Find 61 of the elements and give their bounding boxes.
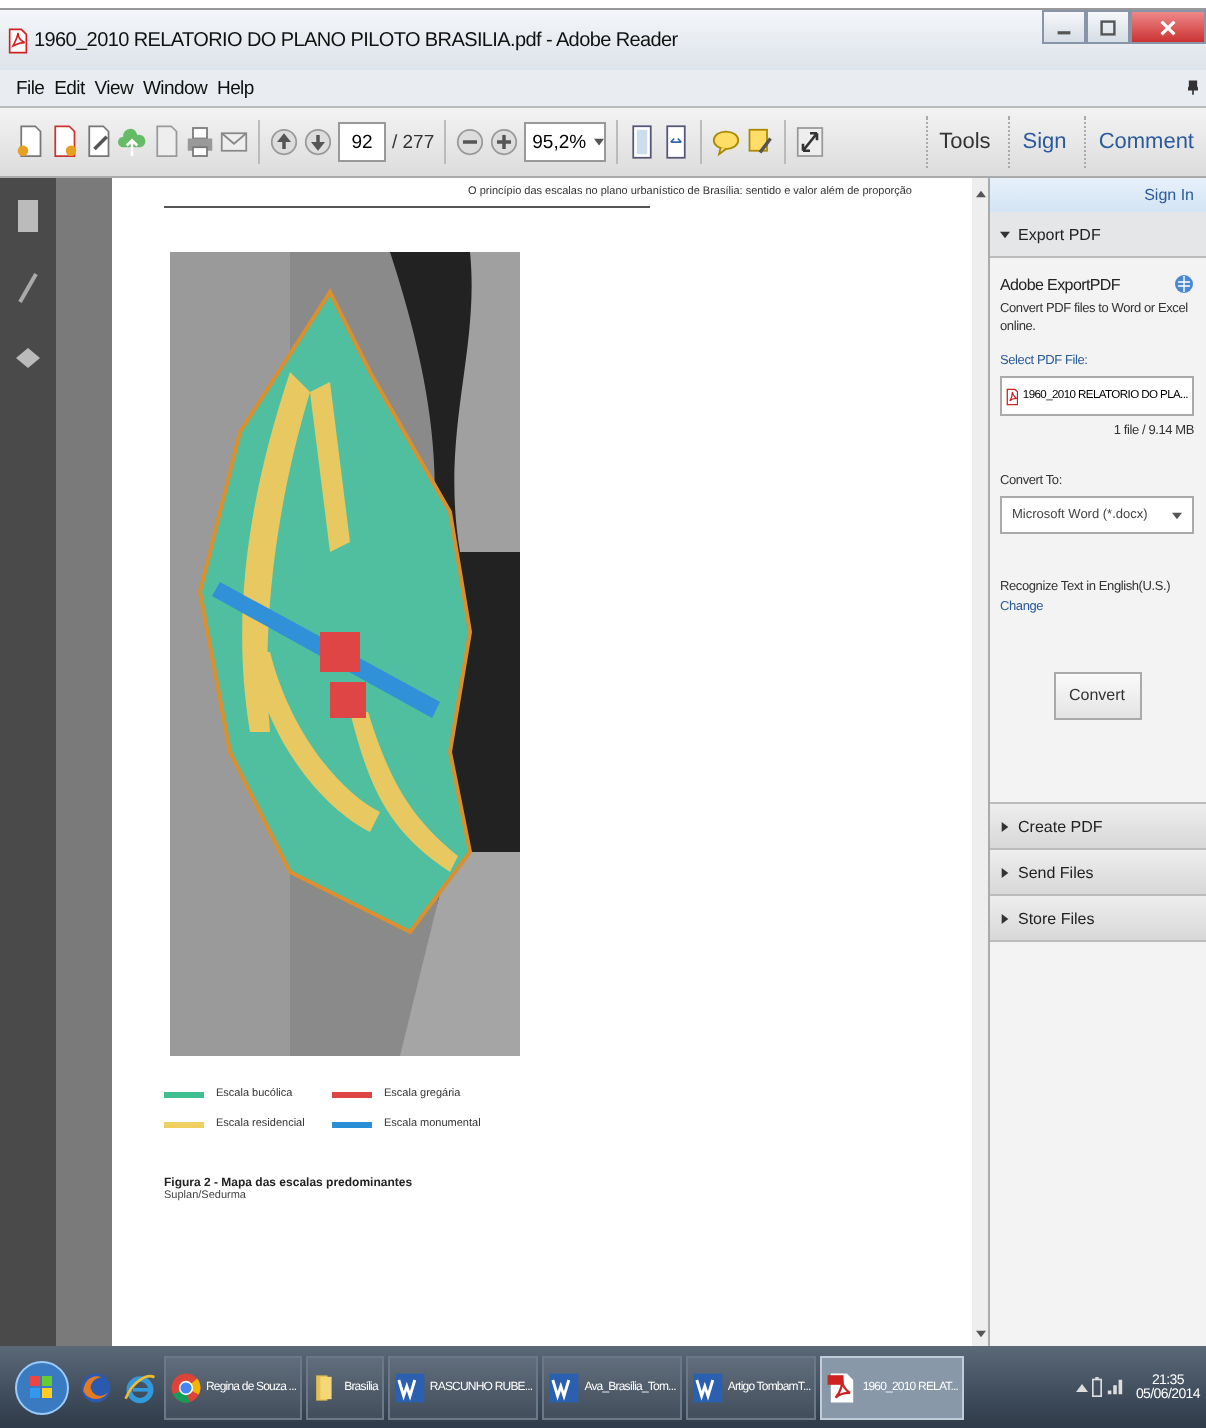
zoom-out-icon[interactable]: [456, 124, 485, 160]
page-number-field[interactable]: 92: [338, 122, 386, 162]
page-count: / 277: [392, 131, 435, 153]
round-browser-icon: [170, 1371, 202, 1403]
pdf-icon: [1006, 385, 1019, 408]
collapsed-icon: [1000, 867, 1010, 877]
section-header[interactable]: Send Files: [990, 850, 1206, 896]
caret-icon: [594, 138, 605, 146]
menu-item[interactable]: Edit: [54, 77, 85, 99]
globe-icon[interactable]: [1174, 274, 1194, 294]
pdf-document-icon[interactable]: [50, 124, 78, 160]
toolbar-tab[interactable]: Tools: [925, 116, 1003, 168]
window-title: 1960_2010 RELATORIO DO PLANO PILOTO BRASILIA.pdf - Adobe Reader: [34, 29, 678, 51]
collapsed-icon: [1000, 821, 1010, 831]
fox-browser-icon[interactable]: [78, 1369, 114, 1405]
pdf-icon: [826, 1369, 859, 1405]
e-browser-icon[interactable]: [122, 1369, 158, 1405]
section-header[interactable]: Store Files: [990, 896, 1206, 942]
zoom-dropdown[interactable]: 95,2%: [524, 122, 607, 162]
fit-page-icon[interactable]: [628, 124, 657, 160]
scrollbar[interactable]: [972, 178, 988, 1346]
signal-icon[interactable]: [1105, 1378, 1124, 1396]
minimize-button[interactable]: [1042, 10, 1086, 44]
section-header[interactable]: Export PDF: [990, 212, 1206, 258]
edit-document-icon[interactable]: [84, 124, 112, 160]
close-icon: [1160, 19, 1176, 35]
close-button[interactable]: [1130, 10, 1206, 44]
previous-page-icon[interactable]: [270, 124, 298, 160]
fit-width-icon[interactable]: [662, 124, 691, 160]
collapsed-icon: [1000, 913, 1010, 923]
pages-icon[interactable]: [14, 198, 42, 234]
pin-icon[interactable]: [1188, 80, 1198, 96]
zoom-in-icon[interactable]: [490, 124, 519, 160]
toolbar-tab[interactable]: Sign: [1008, 116, 1079, 168]
document-w-icon: [691, 1371, 724, 1403]
menu-item[interactable]: View: [94, 77, 134, 99]
maximize-icon: [1100, 19, 1116, 35]
pen-icon[interactable]: [14, 270, 42, 306]
document-w-icon: [393, 1371, 426, 1403]
battery-icon[interactable]: [1091, 1376, 1102, 1398]
next-page-icon[interactable]: [304, 124, 332, 160]
toolbar-tab[interactable]: Comment: [1084, 116, 1206, 168]
maximize-button[interactable]: [1086, 10, 1130, 44]
menu-item[interactable]: Window: [143, 77, 208, 99]
expanded-icon: [1000, 229, 1010, 239]
document-icon[interactable]: [16, 124, 44, 160]
pdf-icon: [8, 27, 28, 53]
caret-icon: [1172, 511, 1182, 520]
menu-item[interactable]: File: [16, 77, 45, 99]
show-hidden-icons[interactable]: [1075, 1383, 1088, 1391]
expand-icon[interactable]: [796, 124, 825, 160]
scroll-up-icon[interactable]: [975, 190, 985, 198]
menu-item[interactable]: Help: [217, 77, 254, 99]
document-w-icon: [548, 1371, 581, 1403]
start-button[interactable]: [12, 1357, 72, 1417]
sign-in-link[interactable]: Sign In: [1144, 186, 1194, 204]
print-icon[interactable]: [186, 124, 214, 160]
section-header[interactable]: Create PDF: [990, 804, 1206, 850]
export-heading: Adobe ExportPDF: [1000, 275, 1120, 293]
scroll-down-icon[interactable]: [975, 1330, 985, 1338]
convert-button[interactable]: Convert: [1053, 671, 1141, 720]
